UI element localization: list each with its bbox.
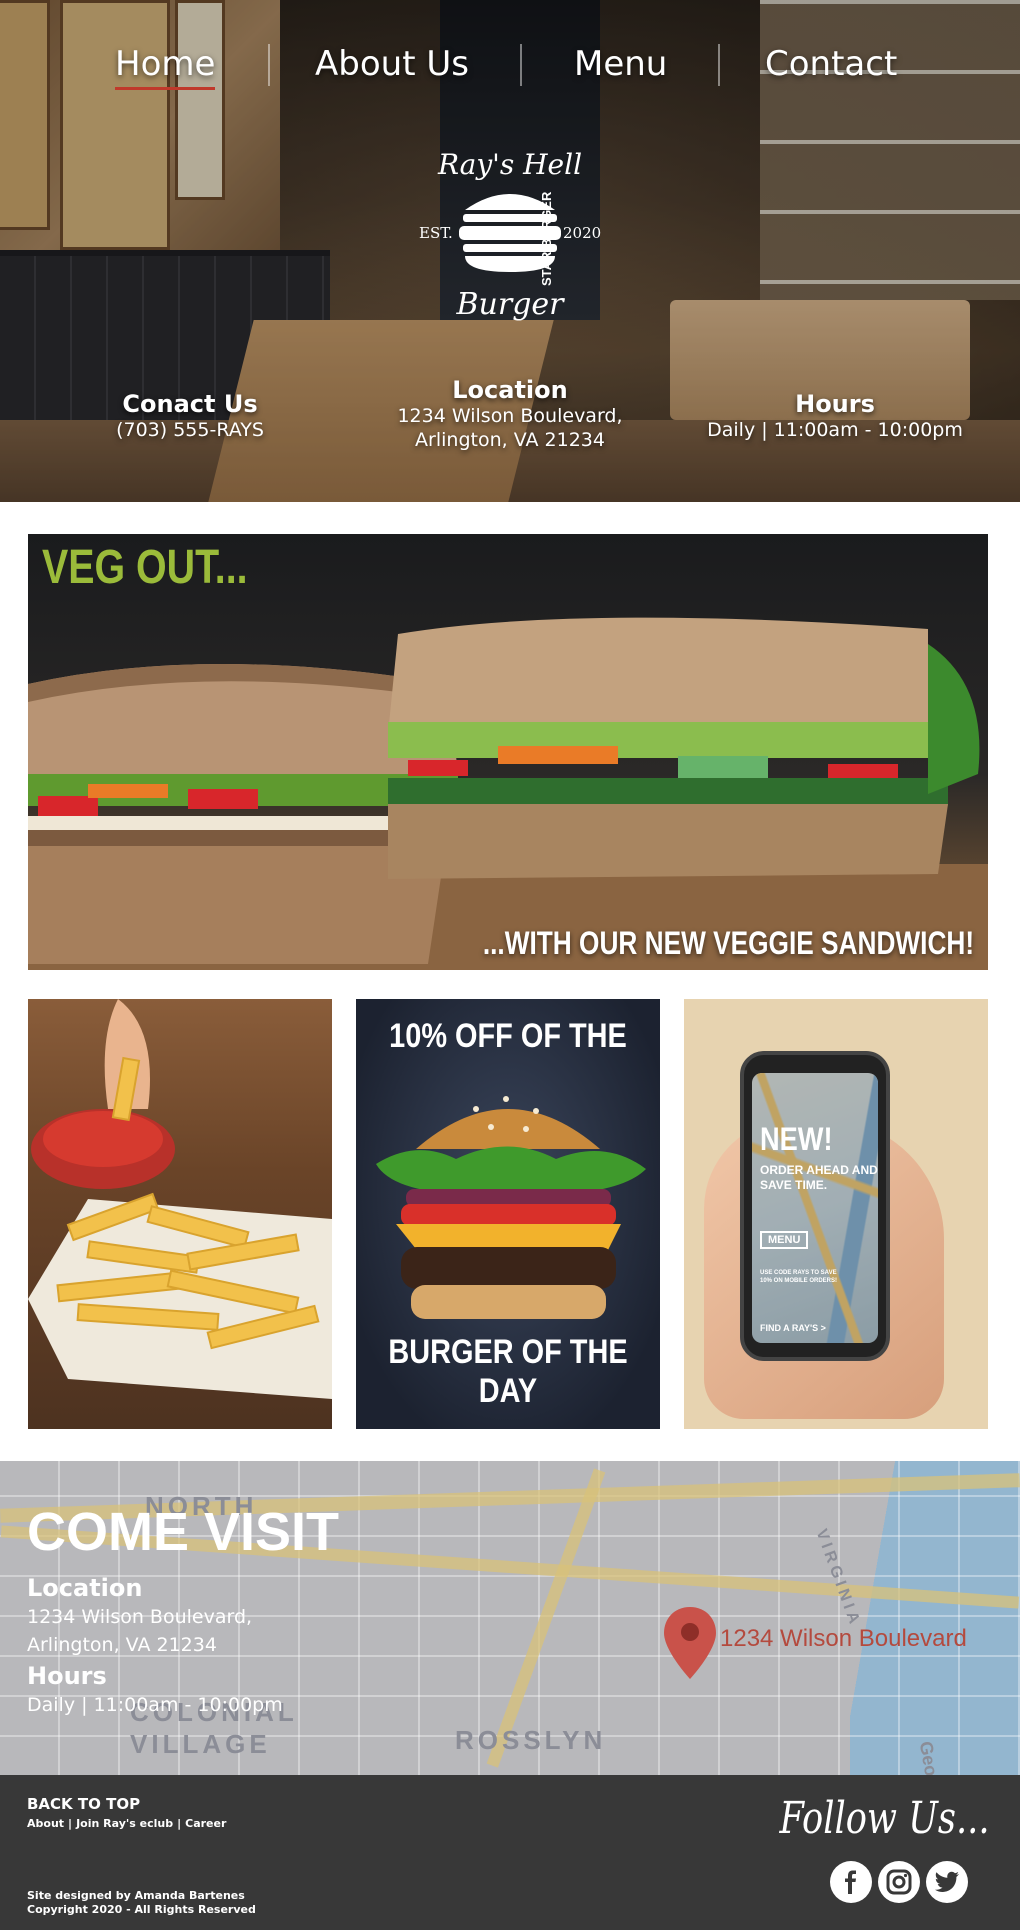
footer-credit: Site designed by Amanda Bartenes Copyrig… [27,1889,256,1917]
visit-location: Location 1234 Wilson Boulevard, Arlingto… [27,1573,252,1659]
footer-link-about[interactable]: About [27,1817,64,1830]
hero-location: Location 1234 Wilson Boulevard, Arlingto… [380,376,640,452]
nav-menu[interactable]: Menu [574,44,667,84]
banner-subtitle: ...WITH OUR NEW VEGGIE SANDWICH! [482,925,974,961]
brand-logo[interactable]: Ray's Hell EST. 2020 STAR BURGER Burger [405,138,615,328]
banner-title: VEG OUT... [42,541,248,594]
map-pin-label: 1234 Wilson Boulevard [720,1625,967,1652]
visit-hours-title: Hours [27,1662,107,1690]
mobile-order-tile[interactable]: NEW! ORDER AHEAD AND SAVE TIME. MENU USE… [684,999,988,1429]
logo-year: 2020 [563,224,601,242]
fries-tile[interactable] [28,999,332,1429]
visit-location-line2: Arlington, VA 21234 [27,1634,217,1656]
logo-top-script: Ray's Hell [437,148,582,181]
hero-hours-title: Hours [795,390,875,418]
hero-section: Home About Us Menu Contact Ray's Hell ES… [0,0,1020,502]
footer-copyright: Copyright 2020 - All Rights Reserved [27,1903,256,1916]
burger-logo-icon: Ray's Hell EST. 2020 STAR BURGER Burger [419,148,601,322]
main-nav: Home About Us Menu Contact [0,30,1020,100]
visit-location-title: Location [27,1574,143,1602]
burger-tile-top-text: 10% OFF OF THE [389,1017,627,1055]
nav-contact[interactable]: Contact [765,44,897,84]
burger-of-the-day-tile[interactable]: 10% OFF OF THE BURGER OF THE DAY [356,999,660,1429]
map-pin-icon[interactable] [662,1605,718,1681]
logo-bottom-script: Burger [455,287,565,322]
visit-hours: Hours Daily | 11:00am - 10:00pm [27,1661,283,1719]
hero-location-title: Location [452,376,568,404]
fries-image [28,999,332,1399]
facebook-icon[interactable] [830,1861,872,1903]
nav-divider [520,44,522,86]
nav-about-us[interactable]: About Us [315,44,469,84]
visit-hours-line1: Daily | 11:00am - 10:00pm [27,1694,283,1716]
hero-contact-title: Conact Us [122,390,258,418]
logo-est: EST. [419,224,453,242]
twitter-icon[interactable] [926,1861,968,1903]
follow-us-heading: Follow Us... [779,1793,990,1844]
footer-link-career[interactable]: Career [185,1817,226,1830]
hero-hours: Hours Daily | 11:00am - 10:00pm [700,390,970,442]
instagram-icon[interactable] [878,1861,920,1903]
hero-hours-line1: Daily | 11:00am - 10:00pm [707,419,963,441]
phone-mockup: NEW! ORDER AHEAD AND SAVE TIME. MENU USE… [740,1051,890,1361]
footer-link-eclub[interactable]: Join Ray's eclub [76,1817,173,1830]
come-visit-title: COME VISIT [27,1502,340,1562]
app-find-link[interactable]: FIND A RAY'S > [760,1323,826,1333]
back-to-top-link[interactable]: BACK TO TOP [27,1795,140,1813]
hero-contact-phone[interactable]: (703) 555-RAYS [100,418,280,442]
app-new-label: NEW! [760,1121,833,1157]
visit-location-line1: 1234 Wilson Boulevard, [27,1606,253,1628]
nav-divider [268,44,270,86]
nav-divider [718,44,720,86]
hero-location-line2: Arlington, VA 21234 [415,429,605,451]
phone-screen: NEW! ORDER AHEAD AND SAVE TIME. MENU USE… [752,1073,878,1343]
veggie-sandwich-banner[interactable]: VEG OUT... ...WITH OUR NEW VEGGIE SANDWI… [28,534,988,970]
app-order-text: ORDER AHEAD AND SAVE TIME. [760,1163,878,1192]
nav-home[interactable]: Home [115,44,216,90]
footer-links: About | Join Ray's eclub | Career [27,1817,227,1830]
burger-tile-bottom-text: BURGER OF THE DAY [388,1333,628,1410]
hero-contact: Conact Us (703) 555-RAYS [100,390,280,442]
footer-designer-credit: Site designed by Amanda Bartenes [27,1889,245,1902]
logo-side-text: STAR BURGER [539,191,554,286]
come-visit-section: NORTH COLONIAL VILLAGE ROSSLYN VIRGINIA … [0,1461,1020,1775]
hero-location-line1: 1234 Wilson Boulevard, [397,405,623,427]
app-promo-code-text: USE CODE RAYS TO SAVE 10% ON MOBILE ORDE… [760,1270,838,1284]
app-menu-button[interactable]: MENU [760,1231,809,1249]
sandwich-image [28,617,988,970]
map-label: VILLAGE [130,1729,271,1759]
site-footer: BACK TO TOP About | Join Ray's eclub | Caree… [0,1775,1020,1930]
map-label: ROSSLYN [455,1725,607,1755]
